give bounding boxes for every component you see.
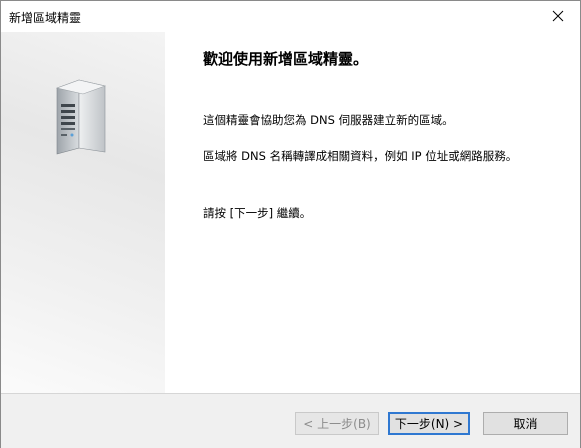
close-button[interactable] [536, 1, 580, 31]
next-button[interactable]: 下一步(N) > [388, 412, 470, 435]
back-button[interactable]: < 上一步(B) [295, 412, 379, 435]
intro-text: 這個精靈會協助您為 DNS 伺服器建立新的區域。 [203, 113, 454, 127]
wizard-side-panel [1, 32, 165, 393]
wizard-content: 歡迎使用新增區域精靈。 這個精靈會協助您為 DNS 伺服器建立新的區域。 區域將… [203, 32, 573, 393]
description-text: 區域將 DNS 名稱轉譯成相關資料，例如 IP 位址或網路服務。 [203, 149, 518, 163]
title-bar: 新增區域精靈 [1, 1, 580, 31]
close-icon [552, 10, 564, 22]
cancel-button[interactable]: 取消 [483, 412, 568, 435]
instruction-text: 請按 [下一步] 繼續。 [203, 206, 312, 220]
button-bar: < 上一步(B) 下一步(N) > 取消 [1, 393, 580, 448]
welcome-heading: 歡迎使用新增區域精靈。 [203, 50, 369, 68]
window-title: 新增區域精靈 [9, 11, 82, 25]
wizard-window: 新增區域精靈 歡迎使用新增區域精靈。 這個精靈會協助您為 DNS 伺服器建立新的… [0, 0, 581, 448]
server-icon [55, 79, 107, 155]
